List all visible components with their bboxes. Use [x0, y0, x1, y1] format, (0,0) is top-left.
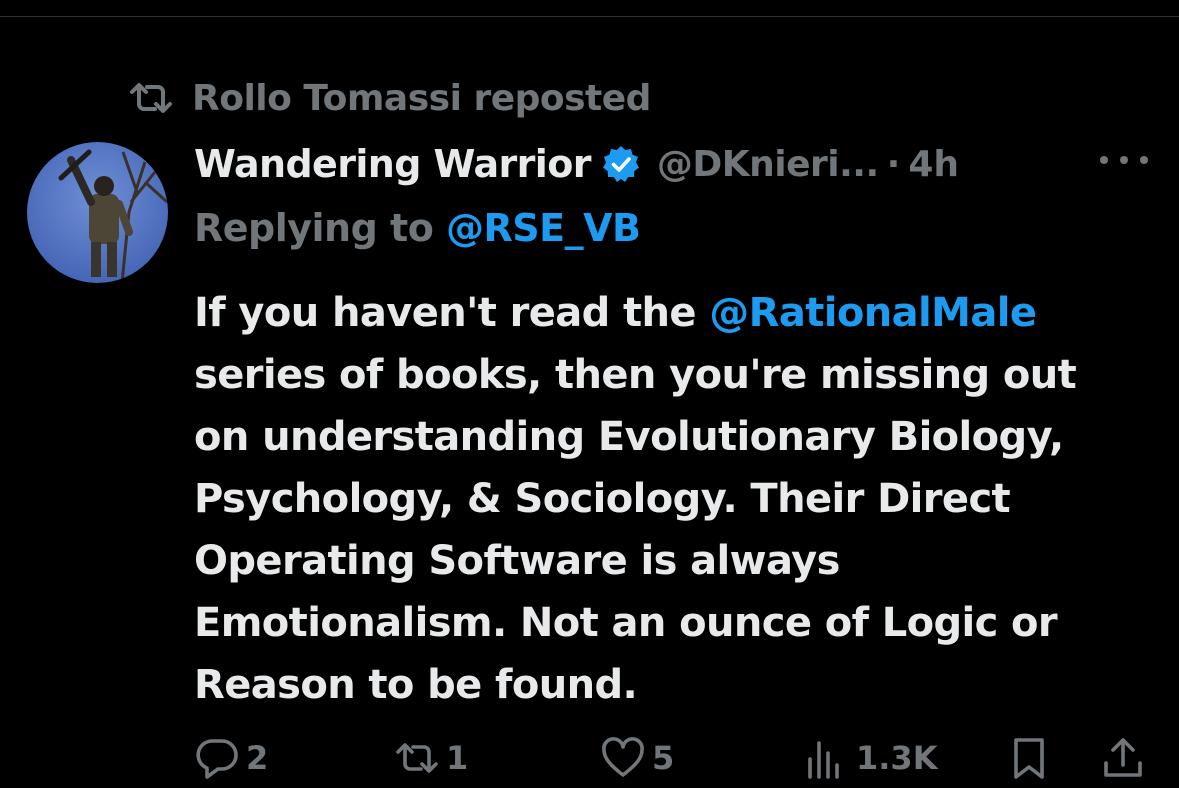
rationalmale-mention-link[interactable]: @RationalMale: [709, 290, 1037, 336]
replying-to: Replying to @RSE_VB: [194, 206, 641, 250]
bookmark-button[interactable]: [1006, 734, 1052, 782]
share-button[interactable]: [1100, 734, 1146, 782]
views-button[interactable]: 1.3K: [804, 734, 937, 782]
tweet-line: on understanding Evolutionary Biology,: [194, 414, 1064, 460]
tweet-line: If you haven't read the @RationalMale: [194, 282, 1154, 344]
timestamp[interactable]: 4h: [908, 144, 959, 185]
share-icon: [1104, 738, 1142, 777]
tweet-line: Psychology, & Sociology. Their Direct: [194, 476, 1011, 522]
repost-count: 1: [446, 739, 469, 777]
avatar[interactable]: [27, 142, 168, 283]
repost-label: Rollo Tomassi reposted: [192, 77, 651, 119]
repost-icon: [130, 83, 172, 113]
heart-icon: [602, 737, 644, 777]
author-handle[interactable]: @DKnieri...: [657, 144, 879, 185]
tweet-body: If you haven't read the @RationalMale se…: [194, 282, 1154, 716]
reply-count: 2: [246, 739, 269, 777]
replying-to-label: Replying to: [194, 206, 447, 250]
bookmark-icon: [1014, 738, 1044, 779]
top-divider: [0, 16, 1179, 17]
reply-mention-link[interactable]: @RSE_VB: [446, 206, 641, 250]
tweet-text-segment: If you haven't read the: [194, 290, 710, 336]
reply-icon: [196, 739, 238, 779]
author-name[interactable]: Wandering Warrior: [194, 142, 591, 186]
tweet-header: Wandering Warrior @DKnieri... · 4h: [194, 138, 959, 190]
tweet-line: Emotionalism. Not an ounce of Logic or: [194, 600, 1058, 646]
tweet-line: Reason to be found.: [194, 662, 638, 708]
views-count: 1.3K: [856, 739, 938, 777]
like-button[interactable]: 5: [600, 734, 674, 782]
more-options-button[interactable]: [1100, 150, 1148, 170]
tweet-line: Operating Software is always: [194, 538, 840, 584]
repost-context[interactable]: Rollo Tomassi reposted: [128, 76, 651, 120]
more-dot-icon: [1100, 156, 1108, 164]
like-count: 5: [652, 739, 675, 777]
more-dot-icon: [1120, 156, 1128, 164]
repost-button[interactable]: 1: [394, 734, 468, 782]
views-chart-icon: [808, 741, 839, 779]
reply-button[interactable]: 2: [194, 734, 268, 782]
separator-dot: ·: [886, 143, 901, 185]
more-dot-icon: [1140, 156, 1148, 164]
repost-icon: [396, 743, 438, 773]
verified-badge-icon[interactable]: [601, 144, 641, 184]
tweet-line: series of books, then you're missing out: [194, 352, 1077, 398]
